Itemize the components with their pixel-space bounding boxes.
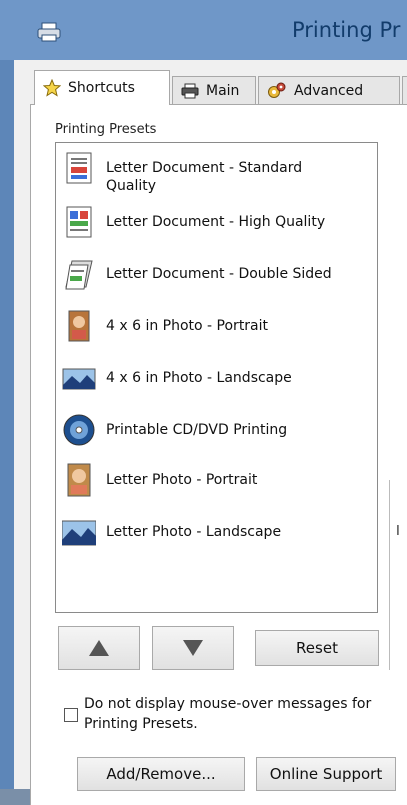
printing-presets-label: Printing Presets [55, 122, 157, 137]
tab-main-label: Main [206, 82, 240, 99]
preset-item-4x6-portrait[interactable]: 4 x 6 in Photo - Portrait [62, 309, 372, 343]
photo-landscape-icon [62, 520, 96, 546]
photo-landscape-icon [62, 368, 96, 390]
tab-bar: Shortcuts Main Advanced [14, 70, 407, 105]
tab-advanced-label: Advanced [294, 82, 364, 99]
right-panel-partial-label: I [396, 524, 400, 539]
tab-shortcuts[interactable]: Shortcuts [34, 70, 170, 105]
printer-icon [181, 83, 199, 98]
right-panel-edge [389, 480, 407, 670]
move-down-button[interactable] [152, 626, 234, 670]
tab-advanced[interactable]: Advanced [258, 76, 400, 104]
preset-item-cd-dvd[interactable]: Printable CD/DVD Printing [62, 413, 372, 447]
preset-label: Printable CD/DVD Printing [106, 422, 288, 438]
reset-button[interactable]: Reset [255, 630, 379, 666]
mouseover-messages-label[interactable]: Do not display mouse-over messages for P… [84, 694, 384, 734]
tab-main[interactable]: Main [172, 76, 256, 104]
printing-presets-list[interactable]: Letter Document - Standard Quality Lette… [55, 142, 378, 613]
preset-label: Letter Document - High Quality [106, 214, 326, 230]
gears-icon [268, 82, 286, 98]
photo-portrait-icon [67, 463, 91, 497]
printing-preferences-window: Printing Pr Shortcuts Main Advanced Prin… [0, 0, 407, 805]
preset-item-letter-photo-portrait[interactable]: Letter Photo - Portrait [62, 463, 372, 497]
mouseover-messages-checkbox[interactable] [64, 708, 78, 722]
printer-icon [37, 22, 61, 42]
document-high-quality-icon [66, 206, 92, 238]
add-remove-button[interactable]: Add/Remove... [77, 757, 245, 791]
preset-label: Letter Photo - Portrait [106, 472, 258, 488]
star-icon [43, 79, 61, 97]
preset-item-letter-photo-landscape[interactable]: Letter Photo - Landscape [62, 515, 372, 549]
online-support-button[interactable]: Online Support [256, 757, 396, 791]
document-standard-icon [66, 152, 92, 184]
move-up-button[interactable] [58, 626, 140, 670]
window-title: Printing Pr [292, 18, 401, 42]
up-arrow-icon [89, 640, 109, 656]
photo-portrait-icon [68, 310, 90, 342]
document-double-sided-icon [65, 260, 93, 290]
title-bar[interactable]: Printing Pr [0, 0, 407, 60]
tab-next-partial[interactable] [402, 76, 407, 104]
preset-item-letter-standard[interactable]: Letter Document - Standard Quality [62, 151, 372, 195]
preset-label: Letter Document - Double Sided [106, 266, 332, 282]
preset-label: Letter Photo - Landscape [106, 524, 282, 540]
down-arrow-icon [183, 640, 203, 656]
preset-item-letter-double-sided[interactable]: Letter Document - Double Sided [62, 257, 372, 291]
cd-dvd-icon [63, 414, 95, 446]
preset-item-4x6-landscape[interactable]: 4 x 6 in Photo - Landscape [62, 361, 372, 395]
preset-label: 4 x 6 in Photo - Landscape [106, 370, 292, 386]
preset-label: 4 x 6 in Photo - Portrait [106, 318, 269, 334]
preset-label: Letter Document - Standard Quality [106, 160, 303, 194]
preset-item-letter-high-quality[interactable]: Letter Document - High Quality [62, 205, 372, 239]
tab-shortcuts-label: Shortcuts [68, 80, 135, 96]
